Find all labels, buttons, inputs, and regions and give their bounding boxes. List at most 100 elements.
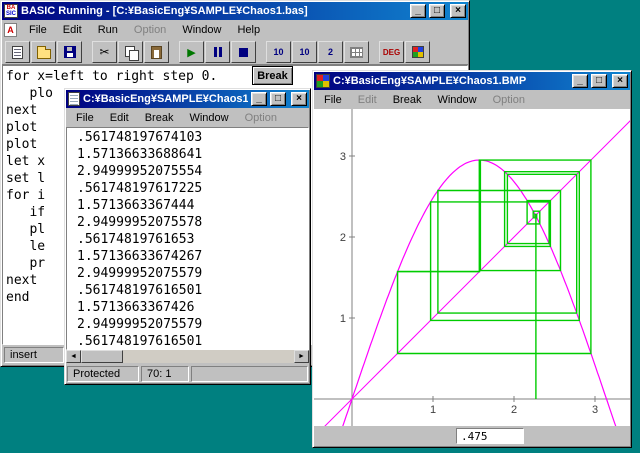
toolbar-separator [83,41,91,63]
save-file-button[interactable] [57,41,82,63]
menu-item[interactable]: Break [137,110,182,126]
decimal-mode-icon: 10 [273,47,283,57]
coordinate-readout: .475 [456,428,524,444]
menu-item[interactable]: Edit [55,22,90,38]
binary-mode-button[interactable]: 2 [318,41,343,63]
new-document-icon [12,46,23,59]
graphics-menu: FileEditBreakWindowOption [316,92,533,108]
save-floppy-icon [64,46,76,58]
cut-button[interactable]: ✂ [92,41,117,63]
output-line: .56174819761653 [77,231,306,248]
graphics-titlebar[interactable]: C:¥BasicEng¥SAMPLE¥Chaos1.BMP _ □ × [314,72,630,90]
maximize-button[interactable]: □ [429,4,445,18]
svg-text:1: 1 [430,404,436,416]
open-folder-icon [37,49,51,59]
pause-button[interactable] [205,41,230,63]
output-line: 1.57136633674267 [77,248,306,265]
output-line: .561748197616501 [77,282,306,299]
scroll-right-button[interactable]: ► [294,350,309,363]
copy-button[interactable] [118,41,143,63]
cobweb-plot: 123123 [314,109,630,426]
menu-item[interactable]: Edit [102,110,137,126]
scrollbar-thumb[interactable] [81,350,123,363]
cursor-position-indicator: 70: 1 [141,366,189,382]
menu-item[interactable]: Edit [350,92,385,108]
menu-item[interactable]: File [21,22,55,38]
status-filler [191,366,308,382]
svg-text:3: 3 [340,151,346,163]
svg-text:3: 3 [592,404,598,416]
menu-item[interactable]: Run [90,22,126,38]
run-button[interactable]: ▶ [179,41,204,63]
output-line: 1.57136633688641 [77,146,306,163]
output-line: .561748197617225 [77,180,306,197]
digits1000-mode-button[interactable]: 10 [292,41,317,63]
paste-button[interactable] [144,41,169,63]
output-line: 2.94999952075579 [77,265,306,282]
output-line: 2.94999952075579 [77,316,306,333]
pause-icon [214,47,222,57]
graphics-canvas-area: 123123 [314,109,630,426]
text-statusbar: Protected 70: 1 [66,363,309,383]
basic-app-icon: BA SIC [4,4,18,18]
paste-clipboard-icon [151,46,162,59]
new-file-button[interactable] [5,41,30,63]
copy-icon [125,46,137,59]
maximize-button[interactable]: □ [270,92,286,106]
menu-item[interactable]: Option [485,92,533,108]
scissors-icon: ✂ [99,45,109,59]
close-button[interactable]: × [612,74,628,88]
output-line: .561748197674103 [77,129,306,146]
degree-mode-icon: DEG [383,48,400,57]
minimize-button[interactable]: _ [572,74,588,88]
menu-item[interactable]: Window [174,22,229,38]
output-line: 2.94999952075578 [77,214,306,231]
toolbar-separator [370,41,378,63]
scrollbar-track[interactable] [123,350,294,363]
close-button[interactable]: × [291,92,307,106]
display-grid-button[interactable] [344,41,369,63]
menu-item[interactable]: Break [385,92,430,108]
decimal-mode-button[interactable]: 10 [266,41,291,63]
output-line: 1.5713663367426 [77,299,306,316]
graphics-window-title: C:¥BasicEng¥SAMPLE¥Chaos1.BMP [333,75,569,87]
text-titlebar[interactable]: C:¥BasicEng¥SAMPLE¥Chaos1.TXT _ □ × [66,90,309,108]
menu-item[interactable]: File [316,92,350,108]
output-line: 2.94999952075554 [77,163,306,180]
main-titlebar[interactable]: BA SIC BASIC Running - [C:¥BasicEng¥SAMP… [2,2,468,20]
digits1000-mode-icon: 10 [299,47,309,57]
text-file-icon [68,92,80,106]
graphics-window: C:¥BasicEng¥SAMPLE¥Chaos1.BMP _ □ × File… [312,70,632,448]
close-button[interactable]: × [450,4,466,18]
basic-logo-bottom: SIC [6,11,16,17]
svg-text:2: 2 [511,404,517,416]
degree-mode-button[interactable]: DEG [379,41,404,63]
menu-item[interactable]: File [68,110,102,126]
palette-icon [412,46,424,58]
output-line: .561748197616501 [77,333,306,350]
menu-item[interactable]: Window [429,92,484,108]
text-menubar: FileEditBreakWindowOption [66,108,309,127]
toolbar-separator [257,41,265,63]
program-output[interactable]: .5617481976741031.571366336886412.949999… [66,127,309,350]
svg-text:2: 2 [340,232,346,244]
desktop: BA SIC BASIC Running - [C:¥BasicEng¥SAMP… [0,0,640,453]
menu-item[interactable]: Option [237,110,285,126]
minimize-button[interactable]: _ [410,4,426,18]
menu-item[interactable]: Window [181,110,236,126]
editor-document-icon: A [4,23,17,37]
text-output-window: C:¥BasicEng¥SAMPLE¥Chaos1.TXT _ □ × File… [64,88,311,385]
maximize-button[interactable]: □ [591,74,607,88]
break-button[interactable]: Break [252,66,293,85]
menu-item[interactable]: Option [126,22,174,38]
stop-button[interactable] [231,41,256,63]
palette-button[interactable] [405,41,430,63]
menu-item[interactable]: Help [229,22,268,38]
insert-mode-indicator: insert [4,347,64,363]
main-menu: FileEditRunOptionWindowHelp [21,22,268,38]
graphics-menubar: FileEditBreakWindowOption [314,90,630,109]
minimize-button[interactable]: _ [251,92,267,106]
horizontal-scrollbar[interactable]: ◄ ► [66,350,309,363]
open-file-button[interactable] [31,41,56,63]
scroll-left-button[interactable]: ◄ [66,350,81,363]
